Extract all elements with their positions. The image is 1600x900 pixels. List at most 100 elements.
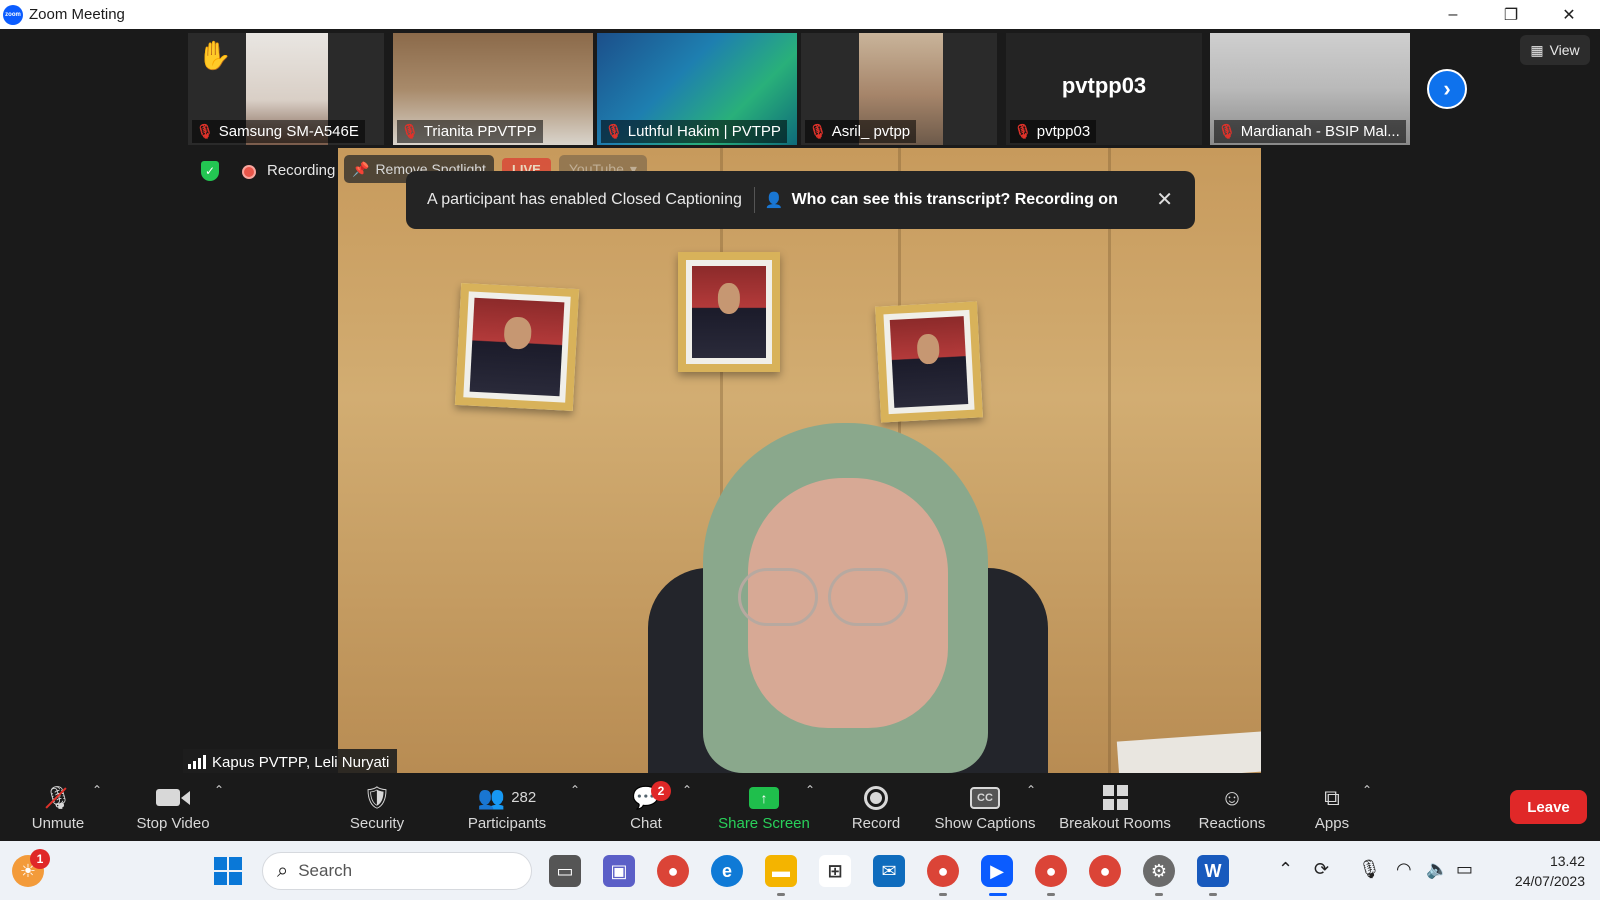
reactions-label: Reactions bbox=[1198, 814, 1266, 832]
close-icon: ✕ bbox=[1562, 6, 1576, 24]
show-captions-label: Show Captions bbox=[934, 814, 1036, 832]
participants-count: 282 bbox=[511, 789, 537, 806]
chat-unread-badge: 2 bbox=[651, 781, 671, 801]
minimize-button[interactable]: – bbox=[1424, 0, 1482, 29]
start-button[interactable] bbox=[212, 855, 244, 887]
participant-name: pvtpp03 bbox=[1036, 123, 1091, 140]
minimize-icon: – bbox=[1448, 5, 1458, 23]
transcript-info-link[interactable]: Who can see this transcript? Recording o… bbox=[792, 191, 1118, 209]
participant-name: Luthful Hakim | PVTPP bbox=[627, 123, 781, 140]
participant-thumbnail[interactable]: 🎙 Trianita PPVTPP bbox=[393, 33, 593, 145]
participant-name-tag: 🎙 Mardianah - BSIP Mal... bbox=[1214, 120, 1406, 143]
audio-options-chevron-icon[interactable]: ⌃ bbox=[92, 783, 102, 797]
stop-video-label: Stop Video bbox=[136, 814, 210, 832]
pin-icon: 📌 bbox=[352, 160, 370, 177]
portrait-frame bbox=[678, 252, 780, 372]
participants-button[interactable]: 👥 282 Participants bbox=[457, 773, 557, 841]
stop-video-button[interactable]: Stop Video bbox=[125, 773, 221, 841]
breakout-rooms-label: Breakout Rooms bbox=[1059, 814, 1171, 832]
next-page-button[interactable]: › bbox=[1427, 69, 1467, 109]
close-window-button[interactable]: ✕ bbox=[1540, 0, 1598, 29]
participants-options-chevron-icon[interactable]: ⌃ bbox=[570, 783, 580, 797]
task-view-icon[interactable]: ▭ bbox=[549, 855, 581, 887]
video-options-chevron-icon[interactable]: ⌃ bbox=[214, 783, 224, 797]
record-button[interactable]: Record bbox=[843, 773, 909, 841]
microsoft-store-icon[interactable]: ⊞ bbox=[819, 855, 851, 887]
file-explorer-icon[interactable]: ▬ bbox=[765, 855, 797, 887]
security-label: Security bbox=[349, 814, 405, 832]
running-indicator bbox=[1047, 893, 1055, 896]
unmute-button[interactable]: 🎙 Unmute bbox=[18, 773, 98, 841]
cc-icon-text: CC bbox=[970, 786, 1000, 809]
participant-thumbnail[interactable]: 🎙 Luthful Hakim | PVTPP bbox=[597, 33, 797, 145]
view-button[interactable]: ▦ View bbox=[1520, 35, 1590, 65]
speaker-muted-icon[interactable]: 🔈 bbox=[1426, 859, 1448, 880]
search-icon: ⌕ bbox=[277, 859, 289, 882]
active-speaker-video bbox=[338, 148, 1261, 773]
microphone-icon[interactable]: 🎙 bbox=[1358, 859, 1381, 880]
mic-muted-icon: 🎙 bbox=[196, 123, 214, 139]
mic-muted-icon: 🎙 bbox=[605, 123, 623, 139]
window-title: Zoom Meeting bbox=[29, 6, 125, 23]
captions-options-chevron-icon[interactable]: ⌃ bbox=[1026, 783, 1036, 797]
show-hidden-icons-chevron-icon[interactable]: ⌃ bbox=[1278, 859, 1293, 880]
participants-icon: 👥 282 bbox=[477, 784, 537, 810]
share-screen-button[interactable]: ↑ Share Screen bbox=[712, 773, 816, 841]
show-captions-button[interactable]: CC Show Captions bbox=[930, 773, 1040, 841]
active-speaker-name-tag: Kapus PVTPP, Leli Nuryati bbox=[183, 749, 398, 775]
participant-thumbnail[interactable]: 🎙 Mardianah - BSIP Mal... bbox=[1210, 33, 1410, 145]
mic-muted-icon: 🎙 bbox=[1014, 123, 1032, 139]
chrome-profile-icon[interactable]: ● bbox=[1035, 855, 1067, 887]
running-indicator bbox=[1209, 893, 1217, 896]
chrome-icon[interactable]: ● bbox=[657, 855, 689, 887]
mail-icon[interactable]: ✉ bbox=[873, 855, 905, 887]
battery-icon[interactable]: ▭ bbox=[1456, 859, 1473, 880]
close-notification-button[interactable]: ✕ bbox=[1156, 187, 1173, 212]
recording-label[interactable]: Recording bbox=[267, 162, 335, 179]
leave-button[interactable]: Leave bbox=[1510, 790, 1587, 824]
restore-button[interactable]: ❐ bbox=[1482, 0, 1540, 29]
chrome-profile-icon[interactable]: ● bbox=[927, 855, 959, 887]
word-letter: W bbox=[1204, 860, 1222, 881]
chat-label: Chat bbox=[630, 814, 662, 832]
view-label: View bbox=[1549, 42, 1580, 58]
edge-icon[interactable]: e bbox=[711, 855, 743, 887]
participant-thumbnail[interactable]: pvtpp03 🎙 pvtpp03 bbox=[1006, 33, 1202, 145]
sync-icon[interactable]: ⟳ bbox=[1314, 859, 1329, 880]
active-indicator bbox=[989, 893, 1007, 896]
settings-gear-icon[interactable]: ⚙ bbox=[1143, 855, 1175, 887]
share-screen-icon: ↑ bbox=[749, 783, 779, 813]
chat-options-chevron-icon[interactable]: ⌃ bbox=[682, 783, 692, 797]
zoom-taskbar-icon[interactable]: ▶ bbox=[981, 855, 1013, 887]
taskbar-clock[interactable]: 13.42 24/07/2023 bbox=[1495, 851, 1585, 891]
glasses-right bbox=[828, 568, 908, 626]
wifi-icon[interactable]: ◠ bbox=[1396, 859, 1412, 880]
shield-check-icon[interactable]: ✓ bbox=[201, 161, 219, 181]
chrome-profile-icon[interactable]: ● bbox=[1089, 855, 1121, 887]
captions-notification: A participant has enabled Closed Caption… bbox=[406, 171, 1195, 229]
teams-chat-icon[interactable]: ▣ bbox=[603, 855, 635, 887]
security-button[interactable]: 🛡 Security bbox=[340, 773, 414, 841]
apps-button[interactable]: ⧉ Apps bbox=[1302, 773, 1362, 841]
apps-options-chevron-icon[interactable]: ⌃ bbox=[1362, 783, 1372, 797]
word-icon[interactable]: W bbox=[1197, 855, 1229, 887]
breakout-rooms-icon bbox=[1102, 783, 1128, 813]
running-indicator bbox=[777, 893, 785, 896]
meeting-stage: 🎙 Samsung SM-A546E ✋ 🎙 Trianita PPVTPP 🎙 Lu… bbox=[0, 29, 1600, 775]
reactions-button[interactable]: ☺ Reactions bbox=[1195, 773, 1269, 841]
logo-text: zoom bbox=[5, 11, 21, 18]
weather-badge: 1 bbox=[30, 849, 50, 869]
breakout-rooms-button[interactable]: Breakout Rooms bbox=[1055, 773, 1175, 841]
portrait-frame bbox=[454, 282, 580, 412]
mic-muted-icon: 🎙 bbox=[809, 123, 827, 139]
participant-name-tag: 🎙 Asril_ pvtpp bbox=[805, 120, 917, 143]
wall-panel-line bbox=[1108, 148, 1111, 773]
participant-thumbnail[interactable]: 🎙 Asril_ pvtpp bbox=[801, 33, 997, 145]
unmute-label: Unmute bbox=[31, 814, 85, 832]
portrait-frame bbox=[875, 301, 983, 423]
share-options-chevron-icon[interactable]: ⌃ bbox=[805, 783, 815, 797]
title-bar: zoom Zoom Meeting – ❐ ✕ bbox=[0, 0, 1600, 29]
taskbar-search-box[interactable]: ⌕ Search bbox=[262, 852, 532, 890]
restore-icon: ❐ bbox=[1503, 6, 1519, 24]
participant-name-tag: 🎙 Luthful Hakim | PVTPP bbox=[601, 120, 787, 143]
